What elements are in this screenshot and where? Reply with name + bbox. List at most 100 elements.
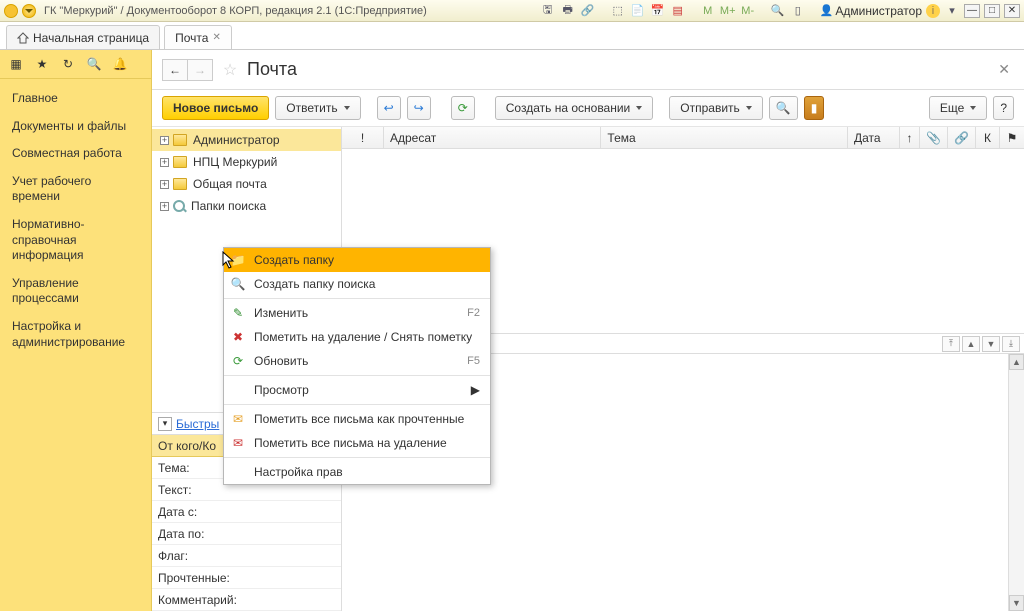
- nav-back-button[interactable]: ←: [162, 59, 188, 81]
- expand-icon[interactable]: +: [160, 158, 169, 167]
- ctx-refresh[interactable]: ⟳ Обновить F5: [224, 349, 490, 373]
- filter-row-flag[interactable]: Флаг:: [152, 545, 341, 567]
- page-close-button[interactable]: ✕: [994, 61, 1014, 78]
- filter-label: Дата с:: [158, 505, 197, 519]
- expand-icon[interactable]: +: [160, 180, 169, 189]
- tb-save-icon[interactable]: 🖫: [540, 3, 556, 19]
- tb-print-icon[interactable]: 🖶: [560, 3, 576, 19]
- nav-history-icon[interactable]: ↻: [60, 56, 76, 72]
- nav-item-admin[interactable]: Настройка и администрирование: [0, 313, 151, 356]
- col-addressee[interactable]: Адресат: [384, 127, 601, 148]
- create-based-on-label: Создать на основании: [506, 101, 631, 115]
- nav-apps-icon[interactable]: ▦: [8, 56, 24, 72]
- grid-up-button[interactable]: ▲: [962, 336, 980, 352]
- col-subject[interactable]: Тема: [601, 127, 848, 148]
- tb-mplus-icon[interactable]: M+: [720, 3, 736, 19]
- col-attachment[interactable]: 📎: [920, 127, 948, 148]
- nav-item-collab[interactable]: Совместная работа: [0, 140, 151, 168]
- collapse-filter-button[interactable]: ▾: [158, 417, 172, 431]
- grid-first-button[interactable]: ⤒: [942, 336, 960, 352]
- tb-calendar-icon[interactable]: 📅: [650, 3, 666, 19]
- app-menu-dropdown[interactable]: [22, 4, 36, 18]
- grid-down-button[interactable]: ▼: [982, 336, 1000, 352]
- create-based-on-button[interactable]: Создать на основании: [495, 96, 654, 120]
- chain-icon: 🔗: [954, 131, 969, 145]
- refresh-button[interactable]: ⟳: [451, 96, 475, 120]
- send-button[interactable]: Отправить: [669, 96, 763, 120]
- tb-panel-icon[interactable]: ▯: [790, 3, 806, 19]
- ctx-mark-all-delete[interactable]: ✉ Пометить все письма на удаление: [224, 431, 490, 455]
- col-chain[interactable]: 🔗: [948, 127, 976, 148]
- ctx-shortcut: F5: [467, 355, 480, 367]
- ctx-mark-all-read[interactable]: ✉ Пометить все письма как прочтенные: [224, 407, 490, 431]
- filter-row-date-to[interactable]: Дата по:: [152, 523, 341, 545]
- new-mail-label: Новое письмо: [173, 101, 258, 115]
- window-minimize[interactable]: —: [964, 4, 980, 18]
- col-k[interactable]: К: [976, 127, 1000, 148]
- tab-mail-close[interactable]: ✕: [212, 32, 220, 43]
- search-button[interactable]: 🔍: [769, 96, 798, 120]
- tb-compare-icon[interactable]: ⬚: [610, 3, 626, 19]
- filter-label: Текст:: [158, 483, 192, 497]
- new-mail-button[interactable]: Новое письмо: [162, 96, 269, 120]
- tree-item-npc[interactable]: + НПЦ Меркурий: [152, 151, 341, 173]
- tb-info-icon[interactable]: i: [926, 4, 940, 18]
- tree-item-admin[interactable]: + Администратор: [152, 129, 341, 151]
- tree-item-search-folders[interactable]: + Папки поиска: [152, 195, 341, 217]
- ctx-rights[interactable]: Настройка прав: [224, 460, 490, 484]
- nav-bell-icon[interactable]: 🔔: [112, 56, 128, 72]
- tab-home[interactable]: Начальная страница: [6, 25, 160, 49]
- expand-icon[interactable]: +: [160, 202, 169, 211]
- tb-m-icon[interactable]: M: [700, 3, 716, 19]
- filter-row-date-from[interactable]: Дата с:: [152, 501, 341, 523]
- forward-button[interactable]: ↪: [407, 96, 431, 120]
- preview-scrollbar[interactable]: ▲ ▼: [1008, 354, 1024, 611]
- filter-label: Дата по:: [158, 527, 204, 541]
- tb-info-caret[interactable]: ▾: [944, 3, 960, 19]
- mail-open-icon: ✉: [230, 411, 246, 427]
- ctx-edit[interactable]: ✎ Изменить F2: [224, 301, 490, 325]
- nav-forward-button[interactable]: →: [187, 59, 213, 81]
- col-date[interactable]: Дата: [848, 127, 900, 148]
- tb-link-icon[interactable]: 🔗: [580, 3, 596, 19]
- nav-favorite-icon[interactable]: ★: [34, 56, 50, 72]
- favorite-star-icon[interactable]: ☆: [221, 61, 239, 79]
- col-flag[interactable]: ⚑: [1000, 127, 1024, 148]
- tb-calc-icon[interactable]: ▤: [670, 3, 686, 19]
- window-close[interactable]: ✕: [1004, 4, 1020, 18]
- col-importance[interactable]: !: [342, 127, 384, 148]
- tb-zoom-icon[interactable]: 🔍: [770, 3, 786, 19]
- ctx-create-search-folder[interactable]: 🔍 Создать папку поиска: [224, 272, 490, 296]
- nav-search-icon[interactable]: 🔍: [86, 56, 102, 72]
- col-label: Адресат: [390, 131, 436, 145]
- addressbook-button[interactable]: ▮: [804, 96, 825, 120]
- nav-item-proc[interactable]: Управление процессами: [0, 270, 151, 313]
- ctx-create-folder[interactable]: 📁 Создать папку: [224, 248, 490, 272]
- quick-filter-link[interactable]: Быстры: [176, 417, 219, 431]
- scroll-up-icon[interactable]: ▲: [1009, 354, 1024, 370]
- filter-row-comment[interactable]: Комментарий:: [152, 589, 341, 611]
- scroll-down-icon[interactable]: ▼: [1009, 595, 1024, 611]
- ctx-mark-delete[interactable]: ✖ Пометить на удаление / Снять пометку: [224, 325, 490, 349]
- filter-row-read[interactable]: Прочтенные:: [152, 567, 341, 589]
- grid-last-button[interactable]: ⤓: [1002, 336, 1020, 352]
- reply-button[interactable]: Ответить: [275, 96, 360, 120]
- nav-item-main[interactable]: Главное: [0, 85, 151, 113]
- help-button[interactable]: ?: [993, 96, 1014, 120]
- tree-item-common[interactable]: + Общая почта: [152, 173, 341, 195]
- expand-icon[interactable]: +: [160, 136, 169, 145]
- flag-icon: ⚑: [1007, 131, 1018, 145]
- spacer-icon: [230, 382, 246, 398]
- nav-item-docs[interactable]: Документы и файлы: [0, 113, 151, 141]
- nav-item-ref[interactable]: Нормативно-справочная информация: [0, 211, 151, 270]
- window-maximize[interactable]: □: [984, 4, 1000, 18]
- reply-all-button[interactable]: ↩: [377, 96, 401, 120]
- more-button[interactable]: Еще: [929, 96, 987, 120]
- col-sort[interactable]: ↑: [900, 127, 920, 148]
- nav-item-time[interactable]: Учет рабочего времени: [0, 168, 151, 211]
- tb-mminus-icon[interactable]: M-: [740, 3, 756, 19]
- tab-mail[interactable]: Почта ✕: [164, 25, 232, 49]
- current-user[interactable]: 👤 Администратор: [820, 4, 922, 18]
- tb-doc-icon[interactable]: 📄: [630, 3, 646, 19]
- ctx-view[interactable]: Просмотр ▶: [224, 378, 490, 402]
